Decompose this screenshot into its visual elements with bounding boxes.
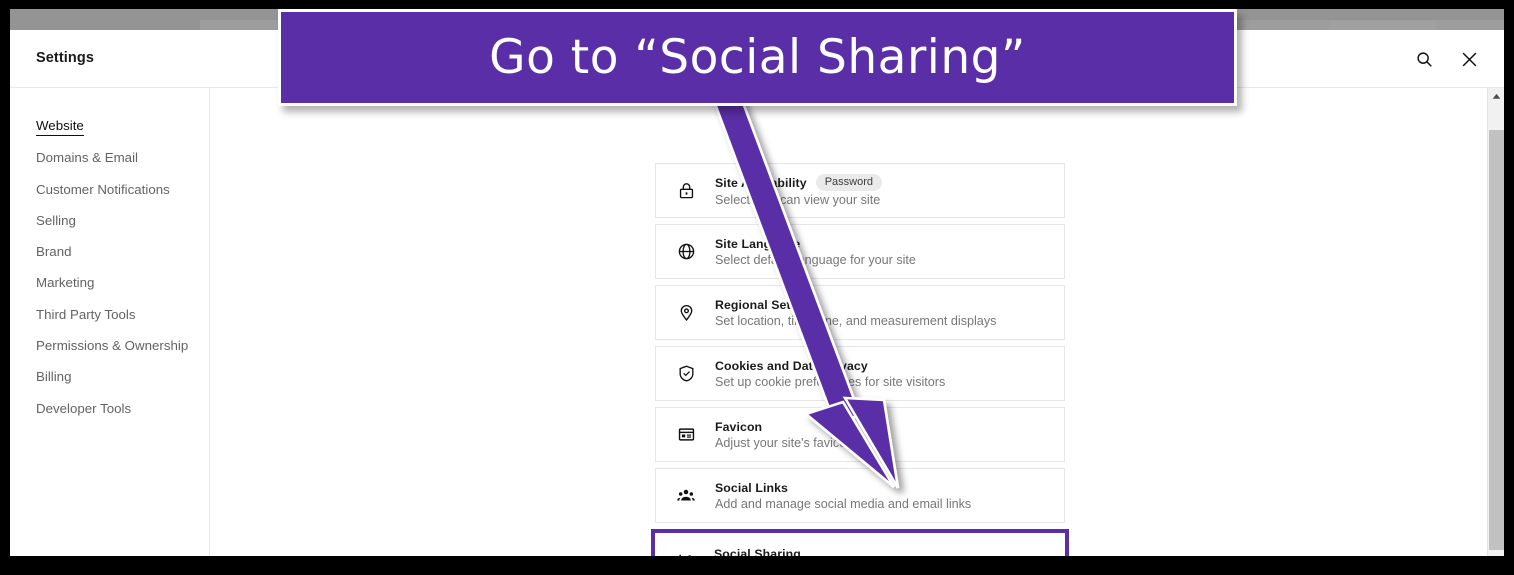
instruction-banner-text: Go to “Social Sharing” xyxy=(489,30,1026,85)
card-social-links[interactable]: Social Links Add and manage social media… xyxy=(655,468,1065,523)
card-description: Add and manage social media and email li… xyxy=(715,496,972,511)
card-text: Site Language Select default language fo… xyxy=(701,237,916,267)
lock-icon xyxy=(671,181,701,200)
settings-card-list: Site Availability Password Select who ca… xyxy=(651,163,1069,556)
panel-body: Website Domains & Email Customer Notific… xyxy=(10,88,1504,556)
share-nodes-icon xyxy=(670,552,700,556)
sidebar-item-permissions-ownership[interactable]: Permissions & Ownership xyxy=(36,339,209,353)
settings-content: Site Availability Password Select who ca… xyxy=(210,88,1504,556)
card-site-availability[interactable]: Site Availability Password Select who ca… xyxy=(655,163,1065,218)
card-text: Cookies and Data Privacy Set up cookie p… xyxy=(701,359,945,389)
globe-icon xyxy=(671,242,701,261)
card-title: Social Sharing xyxy=(714,547,801,556)
card-title-row: Social Links xyxy=(715,481,971,495)
sidebar-item-website[interactable]: Website xyxy=(36,119,84,137)
sidebar-item-domains-email[interactable]: Domains & Email xyxy=(36,151,209,165)
card-title: Social Links xyxy=(715,480,788,495)
instruction-banner: Go to “Social Sharing” xyxy=(278,9,1237,106)
close-icon[interactable] xyxy=(1456,46,1482,72)
card-title: Site Language xyxy=(715,236,801,251)
settings-panel: Settings Website Domains & Email Custome… xyxy=(10,30,1504,556)
card-description: Select who can view your site xyxy=(715,193,881,207)
card-title-row: Cookies and Data Privacy xyxy=(715,359,945,373)
sidebar-item-marketing[interactable]: Marketing xyxy=(36,276,209,290)
shield-check-icon xyxy=(671,364,701,383)
card-title: Favicon xyxy=(715,419,763,434)
sidebar-item-third-party-tools[interactable]: Third Party Tools xyxy=(36,307,209,321)
card-site-language[interactable]: Site Language Select default language fo… xyxy=(655,224,1065,279)
card-title: Cookies and Data Privacy xyxy=(715,358,868,373)
scroll-thumb[interactable] xyxy=(1489,130,1504,550)
card-title: Regional Settings xyxy=(715,297,821,312)
card-title: Site Availability xyxy=(715,175,807,190)
card-description: Set up cookie preferences for site visit… xyxy=(715,374,946,389)
page-title: Settings xyxy=(36,50,94,66)
scroll-up-arrow-icon[interactable] xyxy=(1488,88,1504,105)
sidebar-item-customer-notifications[interactable]: Customer Notifications xyxy=(36,182,209,196)
people-group-icon xyxy=(671,486,701,506)
search-icon[interactable] xyxy=(1411,46,1437,72)
status-badge: Password xyxy=(815,174,882,191)
card-social-sharing[interactable]: Social Sharing Adjust your site's social… xyxy=(651,529,1069,556)
card-regional-settings[interactable]: Regional Settings Set location, timezone… xyxy=(655,285,1065,340)
card-favicon[interactable]: Favicon Adjust your site's favicon xyxy=(655,407,1065,462)
settings-sidebar: Website Domains & Email Customer Notific… xyxy=(10,88,210,556)
card-text: Social Links Add and manage social media… xyxy=(701,481,971,511)
card-title-row: Site Availability Password xyxy=(715,174,882,191)
sidebar-item-developer-tools[interactable]: Developer Tools xyxy=(36,401,209,415)
card-text: Favicon Adjust your site's favicon xyxy=(701,420,853,450)
card-title-row: Regional Settings xyxy=(715,298,996,312)
browser-window-icon xyxy=(671,425,701,444)
location-pin-icon xyxy=(671,303,701,322)
sidebar-item-billing[interactable]: Billing xyxy=(36,370,209,384)
card-description: Select default language for your site xyxy=(715,252,916,267)
screenshot-root: Settings Website Domains & Email Custome… xyxy=(0,0,1514,575)
card-title-row: Social Sharing xyxy=(714,547,872,556)
card-cookies-data-privacy[interactable]: Cookies and Data Privacy Set up cookie p… xyxy=(655,346,1065,401)
card-description: Set location, timezone, and measurement … xyxy=(715,313,997,328)
content-scrollbar[interactable] xyxy=(1487,88,1504,556)
header-actions xyxy=(1411,46,1482,72)
card-text: Site Availability Password Select who ca… xyxy=(701,174,882,207)
card-text: Social Sharing Adjust your site's social… xyxy=(700,547,872,556)
sidebar-item-selling[interactable]: Selling xyxy=(36,214,209,228)
card-text: Regional Settings Set location, timezone… xyxy=(701,298,996,328)
card-title-row: Favicon xyxy=(715,420,853,434)
card-description: Adjust your site's favicon xyxy=(715,435,854,450)
sidebar-item-brand[interactable]: Brand xyxy=(36,245,209,259)
card-title-row: Site Language xyxy=(715,237,916,251)
